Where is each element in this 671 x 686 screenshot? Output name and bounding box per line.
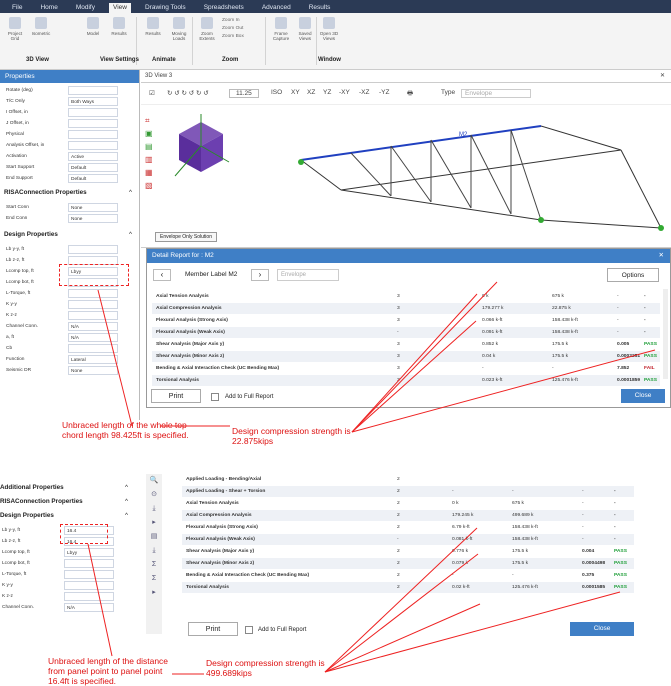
annotation-arrows <box>87 281 656 675</box>
